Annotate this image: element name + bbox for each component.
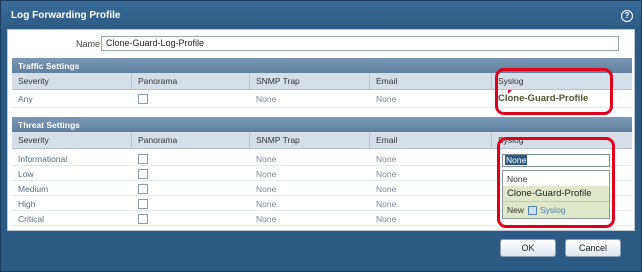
- threat-settings-header: Threat Settings: [12, 117, 632, 132]
- ok-button[interactable]: OK: [500, 239, 556, 257]
- severity-cell: High: [18, 198, 36, 209]
- panorama-cell: [132, 197, 250, 210]
- highlight-threat-syslog: [497, 137, 615, 228]
- column-header-email[interactable]: Email: [370, 73, 492, 89]
- panorama-checkbox[interactable]: [138, 153, 148, 164]
- severity-cell: Any: [18, 93, 33, 104]
- column-header-panorama[interactable]: Panorama: [132, 73, 250, 89]
- email-cell[interactable]: None: [370, 90, 492, 107]
- cancel-button[interactable]: Cancel: [565, 239, 621, 257]
- log-forwarding-dialog: Log Forwarding Profile ? Name Clone-Guar…: [0, 0, 642, 272]
- panorama-checkbox[interactable]: [138, 183, 148, 194]
- snmp-cell[interactable]: None: [250, 212, 370, 225]
- panorama-cell: [132, 152, 250, 165]
- dialog-footer: OK Cancel: [1, 231, 641, 271]
- highlight-traffic-syslog: [495, 68, 613, 115]
- name-input[interactable]: Clone-Guard-Log-Profile: [101, 36, 619, 51]
- name-label: Name: [76, 39, 101, 49]
- snmp-cell[interactable]: None: [250, 152, 370, 165]
- column-header-snmp-trap[interactable]: SNMP Trap: [250, 132, 370, 148]
- panorama-cell: [132, 90, 250, 107]
- panorama-checkbox[interactable]: [138, 198, 148, 209]
- panorama-checkbox[interactable]: [138, 213, 148, 224]
- snmp-cell[interactable]: None: [250, 197, 370, 210]
- email-cell[interactable]: None: [370, 167, 492, 180]
- email-cell[interactable]: None: [370, 212, 492, 225]
- question-circle-icon[interactable]: ?: [621, 10, 633, 22]
- dialog-body: Name Clone-Guard-Log-Profile Traffic Set…: [7, 29, 635, 231]
- snmp-cell[interactable]: None: [250, 182, 370, 195]
- panorama-cell: [132, 167, 250, 180]
- email-cell[interactable]: None: [370, 152, 492, 165]
- column-header-severity[interactable]: Severity: [12, 73, 132, 89]
- severity-cell: Critical: [18, 213, 44, 224]
- column-header-email[interactable]: Email: [370, 132, 492, 148]
- panorama-cell: [132, 182, 250, 195]
- column-header-snmp-trap[interactable]: SNMP Trap: [250, 73, 370, 89]
- severity-cell: Medium: [18, 183, 49, 194]
- snmp-cell[interactable]: None: [250, 90, 370, 107]
- dialog-titlebar: Log Forwarding Profile ?: [1, 1, 641, 29]
- panorama-checkbox[interactable]: [138, 93, 148, 104]
- panorama-cell: [132, 212, 250, 225]
- snmp-cell[interactable]: None: [250, 167, 370, 180]
- email-cell[interactable]: None: [370, 197, 492, 210]
- column-header-severity[interactable]: Severity: [12, 132, 132, 148]
- email-cell[interactable]: None: [370, 182, 492, 195]
- severity-cell: Informational: [18, 153, 68, 164]
- panorama-checkbox[interactable]: [138, 168, 148, 179]
- severity-cell: Low: [18, 168, 34, 179]
- column-header-panorama[interactable]: Panorama: [132, 132, 250, 148]
- dialog-title: Log Forwarding Profile: [11, 10, 121, 21]
